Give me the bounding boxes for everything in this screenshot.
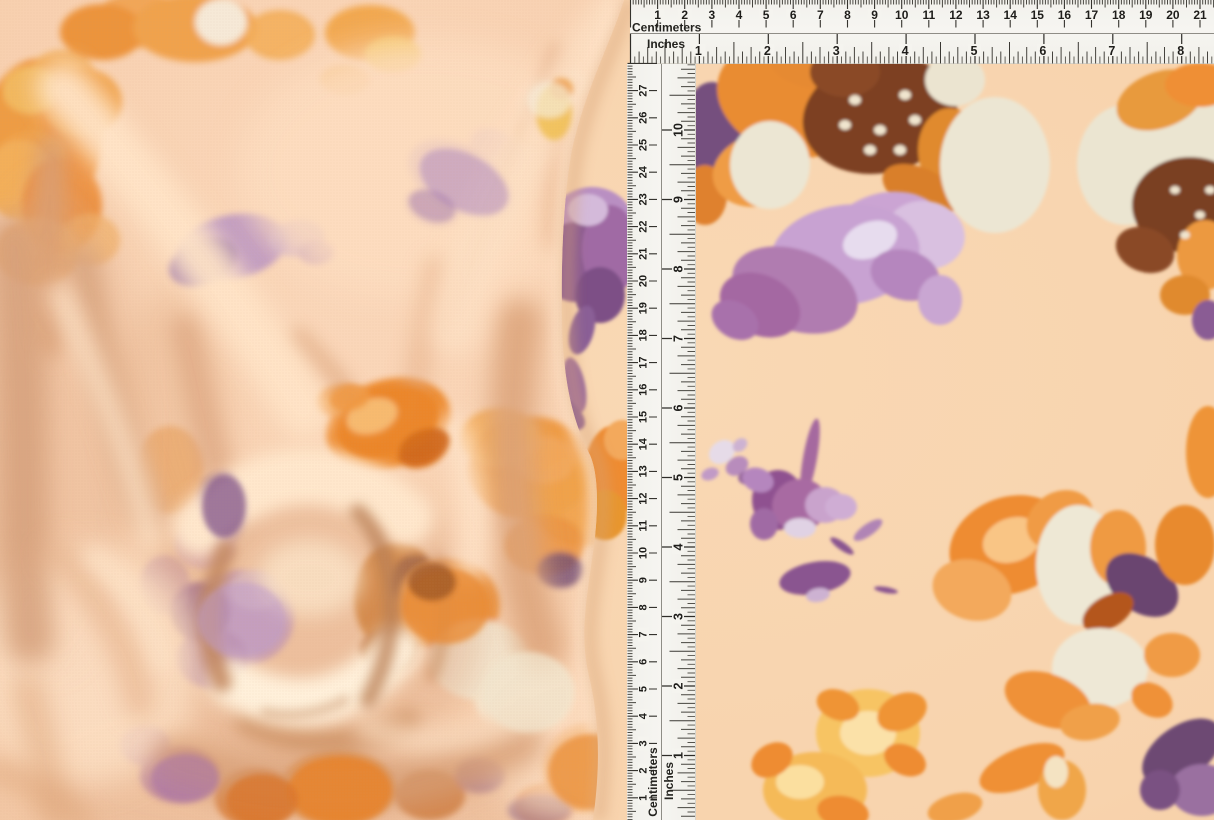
svg-text:19: 19 [1139,8,1153,22]
svg-text:13: 13 [976,8,990,22]
svg-text:8: 8 [671,265,685,272]
svg-text:2: 2 [671,682,685,689]
svg-text:9: 9 [671,196,685,203]
svg-text:3: 3 [671,613,685,620]
svg-text:21: 21 [637,248,649,260]
svg-text:1: 1 [671,752,685,759]
svg-text:2: 2 [764,44,771,58]
svg-text:5: 5 [671,474,685,481]
svg-text:1: 1 [695,44,702,58]
svg-text:23: 23 [637,193,649,205]
svg-text:12: 12 [637,492,649,504]
svg-text:8: 8 [1177,44,1184,58]
svg-text:4: 4 [671,543,685,550]
svg-text:26: 26 [637,112,649,124]
svg-text:6: 6 [671,404,685,411]
svg-text:10: 10 [637,547,649,559]
svg-text:25: 25 [637,139,649,151]
svg-text:8: 8 [844,8,851,22]
svg-text:8: 8 [637,604,649,610]
svg-text:15: 15 [1031,8,1045,22]
svg-text:13: 13 [637,465,649,477]
svg-text:Inches: Inches [662,762,676,800]
svg-text:6: 6 [1039,44,1046,58]
svg-text:5: 5 [637,686,649,692]
svg-text:11: 11 [637,520,649,532]
svg-text:18: 18 [637,329,649,341]
svg-text:5: 5 [971,44,978,58]
svg-text:14: 14 [1004,8,1018,22]
svg-text:7: 7 [637,632,649,638]
svg-text:17: 17 [637,356,649,368]
svg-text:27: 27 [637,84,649,96]
svg-text:24: 24 [637,165,649,178]
svg-text:3: 3 [833,44,840,58]
svg-text:7: 7 [1108,44,1115,58]
svg-text:3: 3 [709,8,716,22]
svg-text:15: 15 [637,411,649,423]
svg-text:4: 4 [736,8,743,22]
svg-text:5: 5 [763,8,770,22]
svg-text:10: 10 [671,123,685,137]
svg-text:18: 18 [1112,8,1126,22]
svg-text:20: 20 [637,275,649,287]
svg-text:21: 21 [1193,8,1207,22]
svg-text:Centimeters: Centimeters [646,747,660,817]
svg-text:Inches: Inches [647,37,685,51]
svg-text:4: 4 [637,712,649,719]
svg-text:6: 6 [790,8,797,22]
svg-text:11: 11 [922,8,935,22]
svg-text:12: 12 [949,8,963,22]
svg-text:9: 9 [637,577,649,583]
svg-text:16: 16 [1058,8,1072,22]
svg-text:9: 9 [871,8,878,22]
svg-text:7: 7 [817,8,824,22]
svg-text:3: 3 [637,740,649,746]
svg-text:19: 19 [637,302,649,314]
svg-text:Centimeters: Centimeters [632,21,702,35]
svg-text:16: 16 [637,384,649,396]
svg-text:20: 20 [1166,8,1180,22]
svg-text:4: 4 [902,44,909,58]
svg-text:10: 10 [895,8,909,22]
svg-text:14: 14 [637,437,649,450]
svg-text:7: 7 [671,335,685,342]
svg-text:22: 22 [637,220,649,232]
svg-text:17: 17 [1085,8,1099,22]
svg-text:6: 6 [637,659,649,665]
